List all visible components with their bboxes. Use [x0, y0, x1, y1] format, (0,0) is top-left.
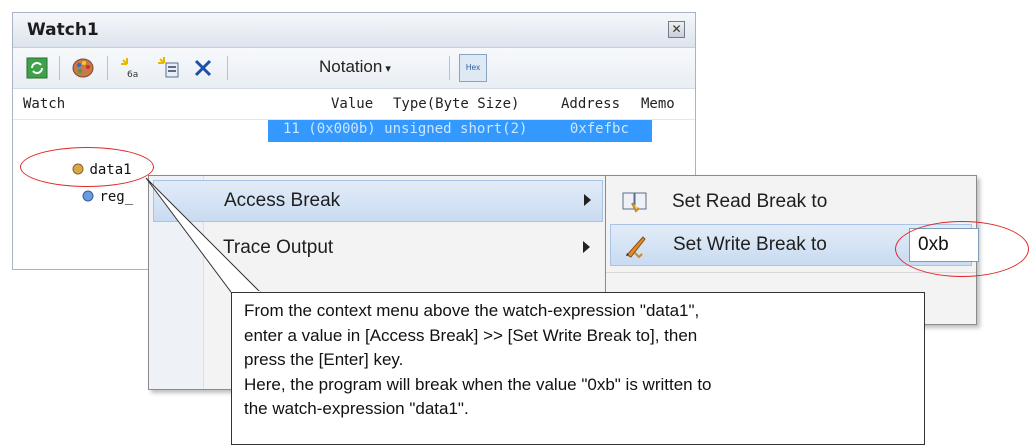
- callout-box: From the context menu above the watch-ex…: [231, 292, 925, 445]
- callout-line: press the [Enter] key.: [244, 350, 404, 369]
- callout-line: From the context menu above the watch-ex…: [244, 301, 700, 320]
- callout-line: enter a value in [Access Break] >> [Set …: [244, 325, 698, 345]
- callout-line: the watch-expression "data1".: [244, 399, 469, 418]
- callout-line: Here, the program will break when the va…: [244, 374, 712, 394]
